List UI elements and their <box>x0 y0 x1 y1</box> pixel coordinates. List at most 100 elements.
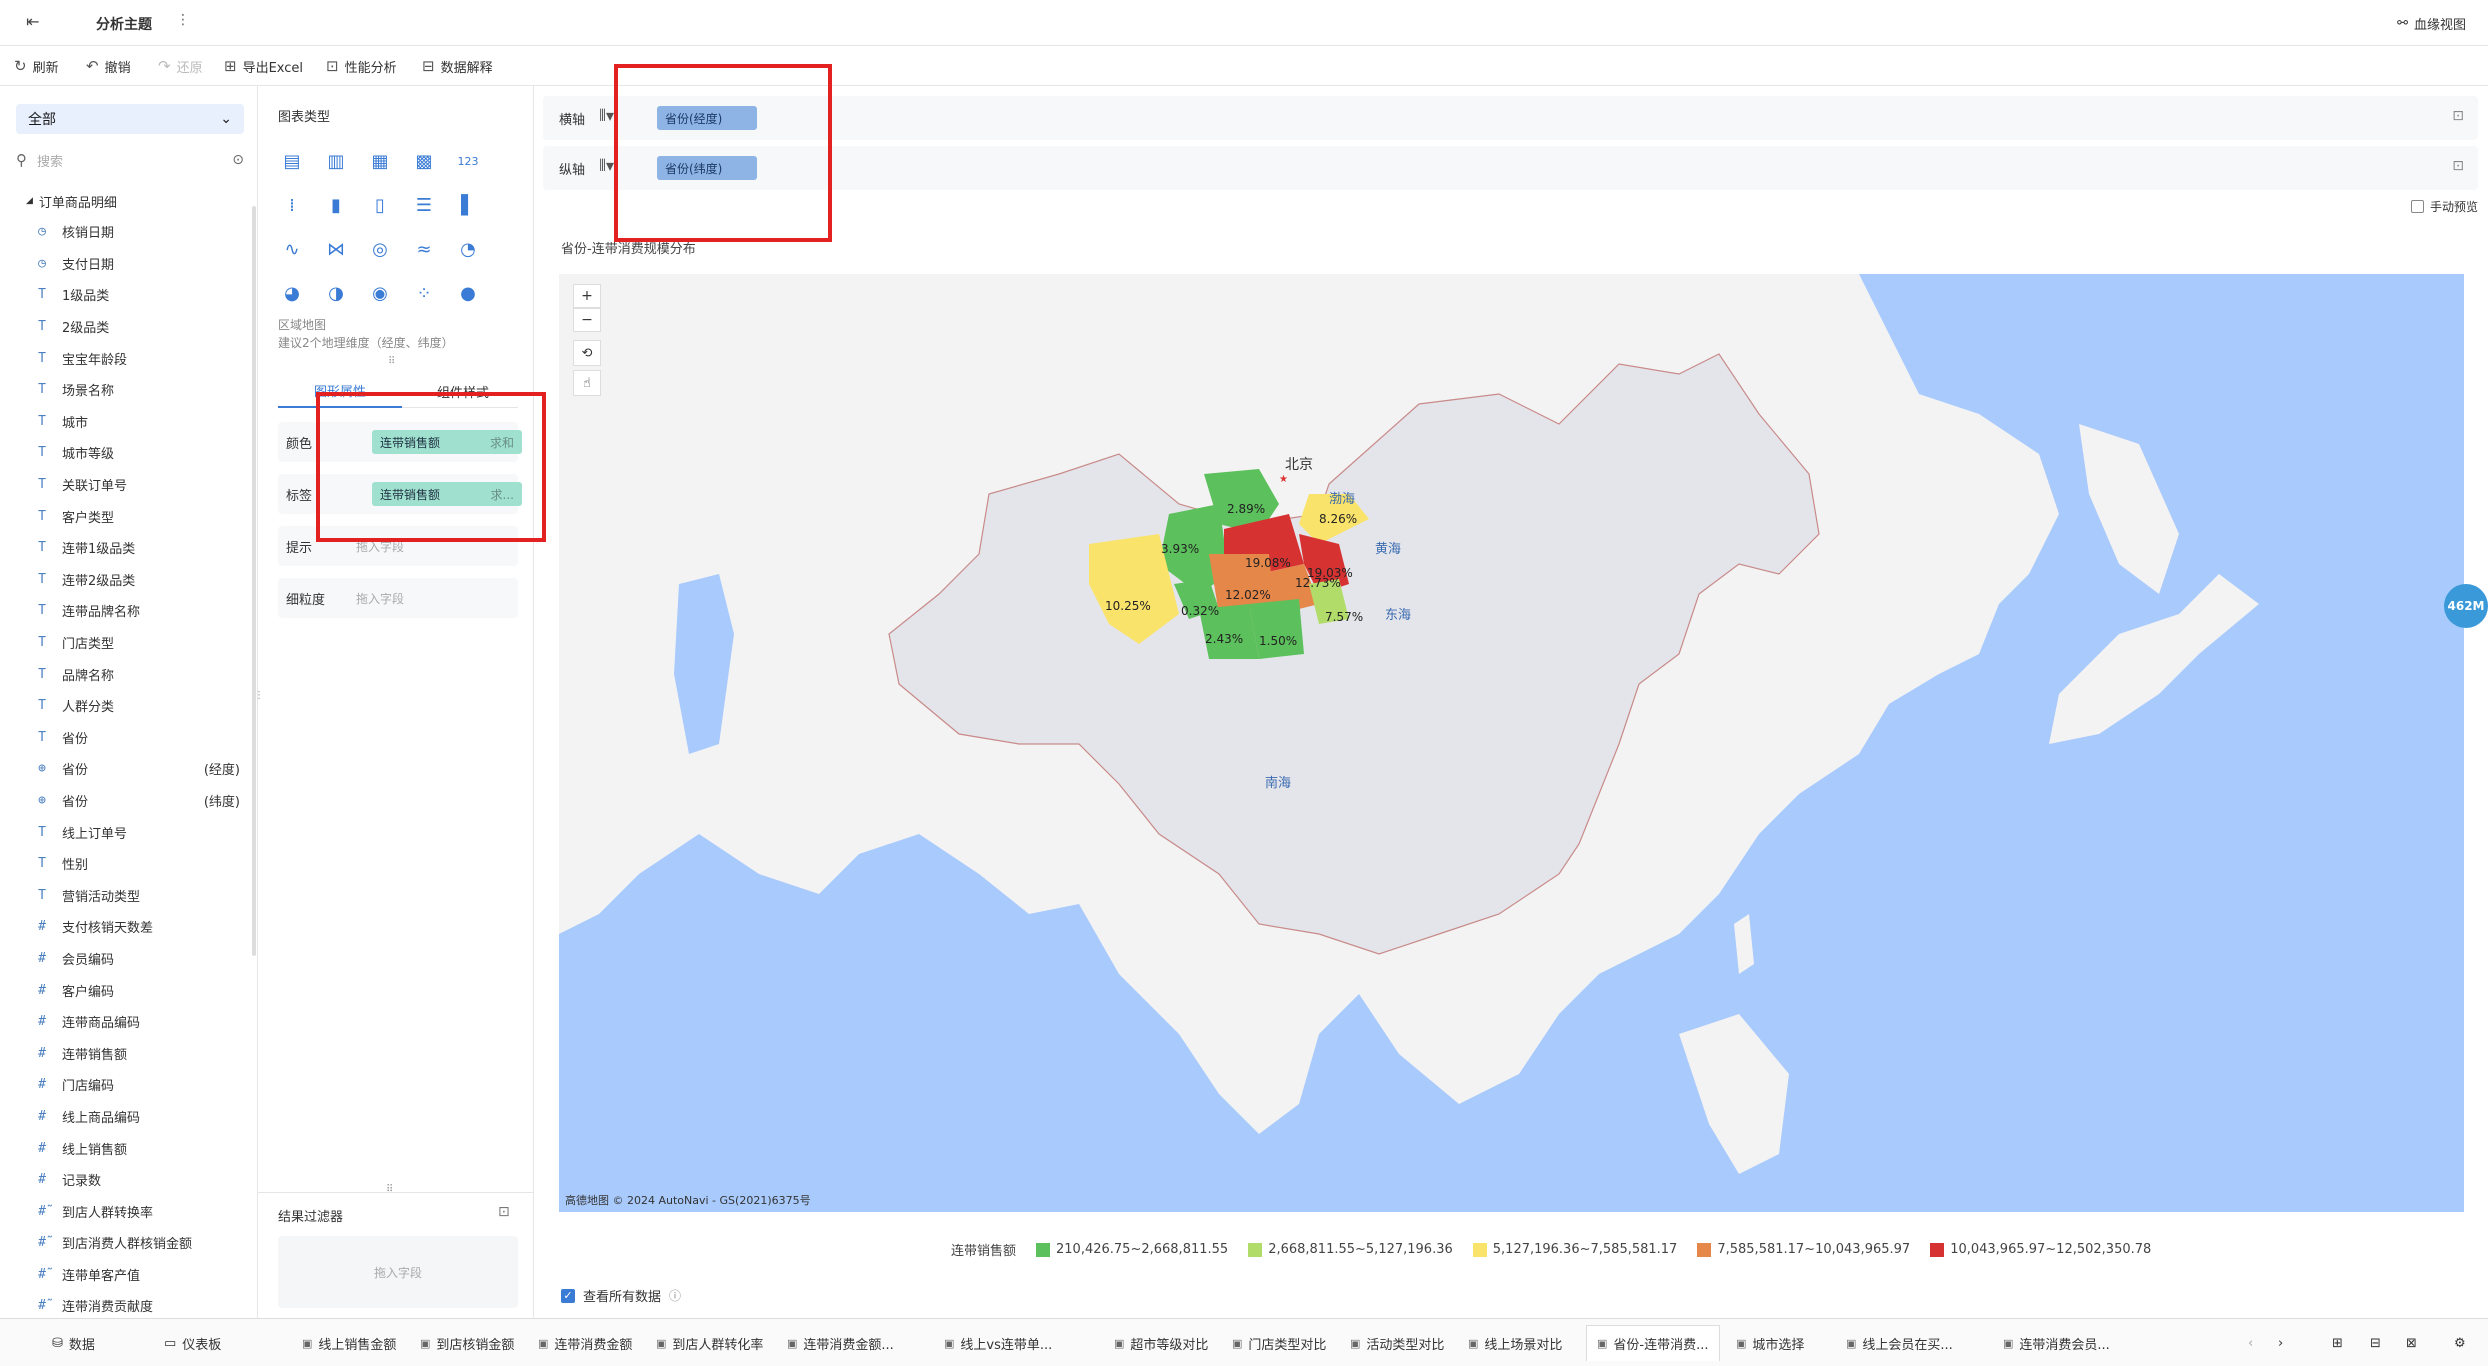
field-item[interactable]: T 城市等级 <box>30 437 250 469</box>
lock-icon[interactable]: ⊡ <box>2452 108 2464 124</box>
legend-item[interactable]: 7,585,581.17~10,043,965.97 <box>1697 1242 1910 1257</box>
search-input[interactable]: 搜索 <box>37 151 222 170</box>
field-item[interactable]: T 连带品牌名称 <box>30 595 250 627</box>
map-area[interactable]: 北京 ★ 渤海 黄海 东海 南海 2.89% 8.26% 3.93% 19.08% 12… <box>559 274 2464 1212</box>
chart-type-radar-icon[interactable]: ◎ <box>366 236 394 262</box>
field-item[interactable]: T 省份 <box>30 722 250 754</box>
chart-type-table-icon[interactable]: ▤ <box>278 148 306 174</box>
drag-handle-icon[interactable]: ⠿ <box>388 356 395 367</box>
redo-button[interactable]: ↷ 还原 <box>158 56 203 76</box>
manual-preview-checkbox[interactable] <box>2410 200 2424 213</box>
field-item[interactable]: # 记录数 <box>30 1164 250 1196</box>
sheet-tab[interactable]: ▣ 线上场景对比 <box>1468 1331 1562 1355</box>
add-component-icon[interactable]: ⊞ <box>2332 1331 2343 1355</box>
legend-item[interactable]: 210,426.75~2,668,811.55 <box>1036 1242 1228 1257</box>
pan-hand-icon[interactable]: ☝ <box>573 370 601 396</box>
field-search[interactable]: ⚲ 搜索 ⊙ <box>16 146 244 174</box>
chart-type-number-icon[interactable]: 123 <box>454 148 482 174</box>
field-item[interactable]: T 连带1级品类 <box>30 532 250 564</box>
field-item[interactable]: ⊕ 省份 (纬度) <box>30 785 250 817</box>
sheet-tab[interactable]: ▣ 线上销售金额 <box>302 1331 396 1355</box>
map-svg[interactable] <box>559 274 2464 1212</box>
refresh-button[interactable]: ↻ 刷新 <box>14 56 59 76</box>
sheet-tab[interactable]: ▣ 省份-连带消费... <box>1586 1325 1720 1361</box>
field-item[interactable]: T 宝宝年龄段 <box>30 342 250 374</box>
sheet-tab[interactable]: ▣ 连带消费金额... <box>787 1331 894 1355</box>
field-item[interactable]: ◷ 支付日期 <box>30 248 250 280</box>
more-options-icon[interactable]: ⊙ <box>232 152 244 168</box>
rotate-icon[interactable]: ⟲ <box>573 340 601 366</box>
prev-tab-button[interactable]: ‹ <box>2248 1331 2253 1355</box>
legend-item[interactable]: 10,043,965.97~12,502,350.78 <box>1930 1242 2151 1257</box>
field-item[interactable]: T 场景名称 <box>30 374 250 406</box>
chart-type-kpi-card-icon[interactable]: ▩ <box>410 148 438 174</box>
collapse-icon[interactable]: ⇤ <box>26 12 39 31</box>
dashboard-tab[interactable]: ▭ 仪表板 <box>164 1331 221 1355</box>
chart-type-area-icon[interactable]: ≈ <box>410 236 438 262</box>
sheet-tab[interactable]: ▣ 连带消费会员... <box>2003 1331 2110 1355</box>
field-item[interactable]: #̃ 到店消费人群核销金额 <box>30 1227 250 1259</box>
field-item[interactable]: ⊕ 省份 (经度) <box>30 753 250 785</box>
chart-type-grouped-bar-icon[interactable]: ▯ <box>366 192 394 218</box>
chart-type-pie-icon[interactable]: ◕ <box>278 280 306 306</box>
field-item[interactable]: T 人群分类 <box>30 690 250 722</box>
lock-icon[interactable]: ⊡ <box>498 1204 510 1220</box>
chart-type-combo-icon[interactable]: ⋈ <box>322 236 350 262</box>
sheet-tab[interactable]: ▣ 活动类型对比 <box>1350 1331 1444 1355</box>
info-icon[interactable]: ⓘ <box>669 1287 681 1304</box>
legend-item[interactable]: 5,127,196.36~7,585,581.17 <box>1472 1242 1677 1257</box>
field-item[interactable]: T 关联订单号 <box>30 469 250 501</box>
field-item[interactable]: # 线上销售额 <box>30 1132 250 1164</box>
filter-drop-zone[interactable]: 拖入字段 <box>278 1236 518 1308</box>
sheet-tab[interactable]: ▣ 线上vs连带单... <box>944 1331 1052 1355</box>
field-group-title[interactable]: ◢ 订单商品明细 <box>26 186 250 216</box>
sheet-tab[interactable]: ▣ 连带消费金额 <box>538 1331 632 1355</box>
lock-icon[interactable]: ⊡ <box>2452 158 2464 174</box>
field-item[interactable]: T 连带2级品类 <box>30 564 250 596</box>
field-item[interactable]: ◷ 核销日期 <box>30 216 250 248</box>
sheet-tab[interactable]: ▣ 城市选择 <box>1736 1331 1804 1355</box>
granularity-property-row[interactable]: 细粒度 拖入字段 <box>278 578 518 618</box>
field-item[interactable]: #̃ 到店人群转换率 <box>30 1195 250 1227</box>
chart-type-range-bar-icon[interactable]: ▌ <box>454 192 482 218</box>
field-item[interactable]: # 支付核销天数差 <box>30 911 250 943</box>
sheet-tab[interactable]: ▣ 到店核销金额 <box>420 1331 514 1355</box>
chart-type-rose-icon[interactable]: ◑ <box>322 280 350 306</box>
export-excel-button[interactable]: ⊞ 导出Excel <box>224 56 303 76</box>
more-icon[interactable]: ⋮ <box>176 12 190 28</box>
chart-type-cross-table-icon[interactable]: ▥ <box>322 148 350 174</box>
field-item[interactable]: T 2级品类 <box>30 311 250 343</box>
field-item[interactable]: T 性别 <box>30 848 250 880</box>
field-item[interactable]: # 门店编码 <box>30 1069 250 1101</box>
zoom-in-button[interactable]: + <box>573 284 601 308</box>
sheet-tab[interactable]: ▣ 门店类型对比 <box>1232 1331 1326 1355</box>
checkbox-checked-icon[interactable]: ✓ <box>561 1288 575 1303</box>
x-axis-mode-icon[interactable]: ⦀▾ <box>599 106 614 126</box>
chart-type-bar-icon[interactable]: ▮ <box>322 192 350 218</box>
settings-icon[interactable]: ⚙ <box>2454 1331 2466 1355</box>
field-item[interactable]: T 客户类型 <box>30 500 250 532</box>
manual-preview-toggle[interactable]: 手动预览 <box>2410 198 2478 215</box>
data-explain-button[interactable]: ⊟ 数据解释 <box>422 56 493 76</box>
chart-type-scatter-icon[interactable]: ⁘ <box>410 280 438 306</box>
data-tab[interactable]: ⛁ 数据 <box>52 1331 95 1355</box>
chart-type-line-icon[interactable]: ∿ <box>278 236 306 262</box>
add-dashboard-icon[interactable]: ⊟ <box>2370 1331 2381 1355</box>
chart-type-dot-bar-icon[interactable]: ⁞ <box>278 192 306 218</box>
y-axis-mode-icon[interactable]: ⦀▾ <box>599 156 614 176</box>
chart-type-gauge-icon[interactable]: ◔ <box>454 236 482 262</box>
field-item[interactable]: #̃ 连带单客产值 <box>30 1259 250 1291</box>
add-story-icon[interactable]: ⊠ <box>2406 1331 2417 1355</box>
zoom-out-button[interactable]: − <box>573 308 601 332</box>
scrollbar[interactable] <box>252 206 256 956</box>
show-all-data-toggle[interactable]: ✓ 查看所有数据 ⓘ <box>561 1286 681 1305</box>
chart-type-donut-icon[interactable]: ◉ <box>366 280 394 306</box>
memory-badge[interactable]: 462M <box>2444 584 2488 628</box>
field-item[interactable]: T 品牌名称 <box>30 658 250 690</box>
field-item[interactable]: T 线上订单号 <box>30 816 250 848</box>
dataset-select[interactable]: 全部 ⌄ <box>16 104 244 134</box>
field-item[interactable]: T 1级品类 <box>30 279 250 311</box>
field-item[interactable]: T 营销活动类型 <box>30 879 250 911</box>
field-item[interactable]: # 连带商品编码 <box>30 1006 250 1038</box>
field-item[interactable]: # 客户编码 <box>30 974 250 1006</box>
